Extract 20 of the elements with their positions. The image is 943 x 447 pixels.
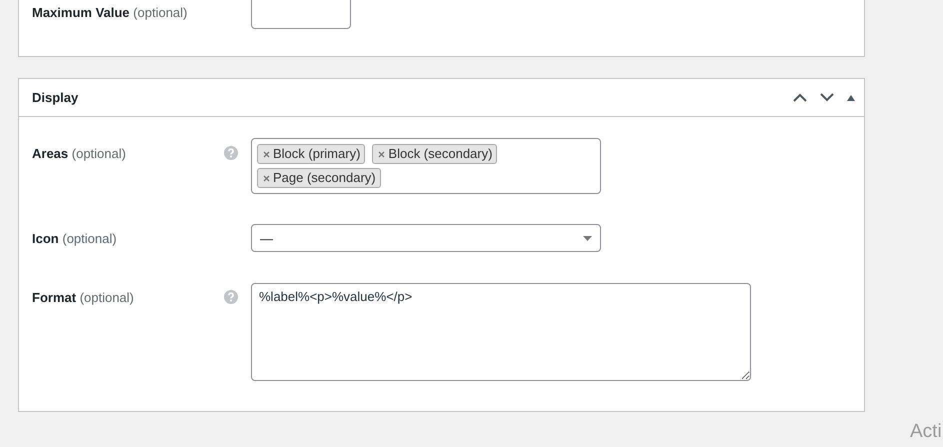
field-label: Icon (optional) [32, 230, 118, 246]
area-tag[interactable]: Block (primary) [257, 144, 366, 164]
area-tag[interactable]: Page (secondary) [257, 168, 381, 188]
move-down-icon[interactable] [820, 93, 834, 102]
field-label: Areas (optional) [32, 145, 127, 161]
field-label: Format (optional) [32, 289, 135, 305]
move-up-icon[interactable] [793, 93, 807, 102]
remove-icon[interactable] [263, 151, 270, 158]
activation-notice: Acti [910, 421, 942, 443]
dropdown-arrow-icon [583, 236, 592, 240]
format-field[interactable]: %label%<p>%value%</p> [251, 283, 751, 381]
field-label: Maximum Value (optional) [32, 4, 188, 20]
icon-select[interactable]: — [251, 224, 601, 252]
panel-title: Display [32, 90, 78, 105]
number-field[interactable] [251, 0, 351, 29]
remove-icon[interactable] [378, 151, 386, 158]
area-tag[interactable]: Block (secondary) [372, 144, 498, 164]
remove-icon[interactable] [263, 175, 270, 182]
collapse-icon[interactable] [847, 94, 855, 100]
tag-select-field[interactable]: Block (primary) Block (secondary) Page (secondary) [251, 138, 601, 194]
